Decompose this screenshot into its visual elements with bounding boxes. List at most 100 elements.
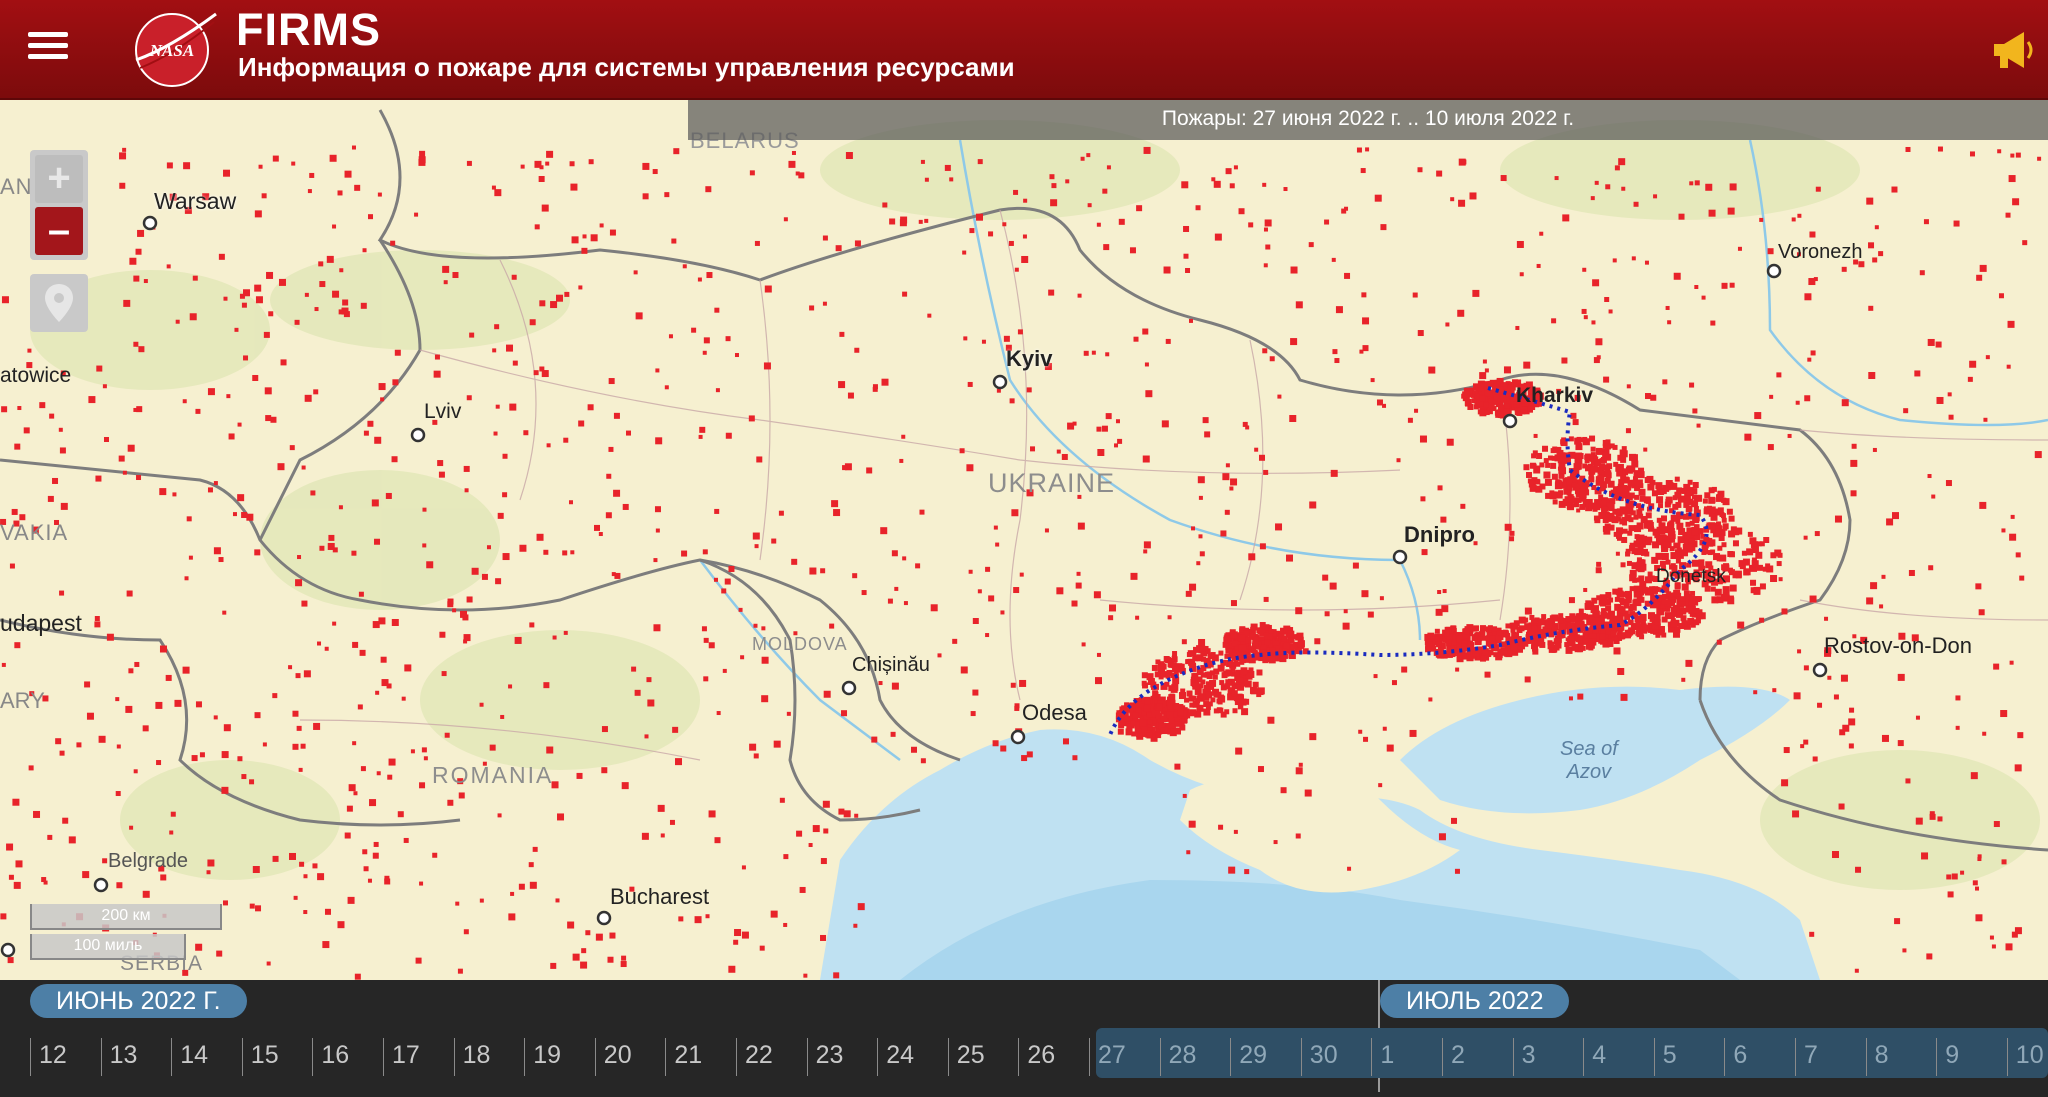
timeline-day[interactable]: 9 [1936, 1038, 2006, 1076]
map-canvas[interactable] [0, 98, 2048, 980]
fire-detection-point [861, 590, 867, 596]
timeline-day[interactable]: 2 [1442, 1038, 1512, 1076]
fire-detection-point [1508, 636, 1514, 642]
fire-detection-point [1143, 549, 1148, 554]
fire-detection-point [332, 224, 337, 229]
timeline-day[interactable]: 25 [947, 1038, 1018, 1076]
fire-detection-point [304, 292, 309, 297]
fire-detection-point [1781, 608, 1788, 615]
fire-detection-point [756, 456, 763, 463]
timeline-day[interactable]: 28 [1159, 1038, 1230, 1076]
fire-detection-point [1658, 527, 1666, 535]
fire-detection-point [835, 245, 842, 252]
fire-detection-point [372, 852, 379, 859]
fire-detection-point [277, 463, 285, 471]
fire-detection-point [1450, 197, 1455, 202]
fire-detection-point [502, 492, 508, 498]
zoom-out-button[interactable]: – [35, 207, 83, 255]
fire-detection-point [221, 751, 229, 759]
timeline-day[interactable]: 6 [1724, 1038, 1794, 1076]
fire-detection-point [1360, 168, 1366, 174]
timeline-day[interactable]: 3 [1512, 1038, 1583, 1076]
fire-detection-point [753, 623, 758, 628]
fire-detection-point [1562, 214, 1570, 222]
timeline-day[interactable]: 1 [1371, 1038, 1441, 1076]
timeline-day[interactable]: 8 [1865, 1038, 1936, 1076]
timeline-day[interactable]: 18 [453, 1038, 524, 1076]
fire-detection-point [1676, 551, 1684, 559]
fire-detection-point [664, 385, 669, 390]
timeline-day[interactable]: 20 [594, 1038, 665, 1076]
fire-detection-point [1975, 914, 1983, 922]
locate-button[interactable] [30, 274, 88, 332]
fire-detection-point [1637, 471, 1645, 479]
fire-detection-point [116, 744, 121, 749]
fire-detection-point [1767, 444, 1774, 451]
fire-detection-point [1936, 396, 1944, 404]
fire-detection-point [1133, 336, 1139, 342]
fire-detection-point [2005, 943, 2013, 951]
timeline-day[interactable]: 19 [524, 1038, 594, 1076]
fire-detection-point [1606, 612, 1614, 620]
fire-detection-point [1436, 170, 1443, 177]
fire-detection-point [1672, 503, 1679, 510]
fire-detection-point [232, 512, 237, 517]
timeline-day[interactable]: 16 [312, 1038, 382, 1076]
fire-detection-point [138, 346, 145, 353]
fire-detection-point [249, 903, 255, 909]
fire-detection-point [289, 852, 296, 860]
fire-map[interactable]: BELARUS AND Warsaw atowice Lviv VAKIA ud… [0, 98, 2048, 980]
timeline-day[interactable]: 27 [1089, 1038, 1159, 1076]
fire-detection-point [1704, 492, 1711, 499]
fire-detection-point [397, 811, 404, 818]
timeline-day[interactable]: 5 [1653, 1038, 1724, 1076]
fire-detection-point [1504, 403, 1510, 409]
fire-detection-point [387, 774, 393, 780]
timeline-day[interactable]: 30 [1300, 1038, 1371, 1076]
fire-detection-point [529, 319, 536, 326]
month-label-july[interactable]: ИЮЛЬ 2022 [1380, 984, 1570, 1018]
timeline-day[interactable]: 23 [806, 1038, 877, 1076]
fire-detection-point [1656, 496, 1664, 504]
timeline-day[interactable]: 24 [877, 1038, 947, 1076]
fire-detection-point [1298, 762, 1303, 767]
fire-detection-point [1229, 486, 1234, 491]
timeline-day[interactable]: 13 [100, 1038, 171, 1076]
fire-detection-point [1619, 597, 1625, 603]
timeline-day[interactable]: 10 [2006, 1038, 2048, 1076]
megaphone-icon[interactable] [1990, 28, 2038, 72]
zoom-in-button[interactable]: + [35, 155, 83, 203]
timeline-day[interactable]: 17 [383, 1038, 453, 1076]
fire-detection-point [714, 837, 721, 844]
fire-detection-point [1694, 284, 1699, 289]
timeline-day[interactable]: 26 [1018, 1038, 1088, 1076]
fire-detection-point [1619, 449, 1626, 456]
timeline-day[interactable]: 12 [30, 1038, 100, 1076]
timeline-day[interactable]: 22 [736, 1038, 806, 1076]
fire-detection-point [1671, 611, 1677, 617]
fire-detection-point [310, 490, 316, 496]
fire-detection-point [930, 604, 938, 612]
fire-detection-point [136, 475, 142, 481]
timeline-day[interactable]: 4 [1583, 1038, 1653, 1076]
month-label-june[interactable]: ИЮНЬ 2022 Г. [30, 984, 247, 1018]
timeline-day[interactable]: 15 [241, 1038, 312, 1076]
timeline[interactable]: ИЮНЬ 2022 Г. ИЮЛЬ 2022 12 13 14 15 16 17 18 19 2… [0, 980, 2048, 1097]
nasa-logo[interactable]: NASA [130, 8, 220, 90]
timeline-day[interactable]: 14 [171, 1038, 241, 1076]
fire-detection-point [322, 941, 330, 949]
timeline-day[interactable]: 29 [1230, 1038, 1300, 1076]
hamburger-menu-button[interactable] [28, 26, 68, 66]
timeline-day[interactable]: 7 [1795, 1038, 1865, 1076]
fire-detection-point [2034, 451, 2042, 459]
fire-detection-point [1612, 588, 1619, 595]
fire-detection-point [195, 701, 202, 708]
fire-detection-point [13, 881, 21, 889]
fire-detection-point [1438, 833, 1446, 841]
fire-detection-point [1781, 779, 1789, 787]
fire-detection-point [1196, 561, 1201, 566]
fire-detection-point [1115, 419, 1120, 424]
timeline-day[interactable]: 21 [665, 1038, 735, 1076]
fire-detection-point [660, 833, 665, 838]
fire-detection-point [1891, 186, 1898, 193]
